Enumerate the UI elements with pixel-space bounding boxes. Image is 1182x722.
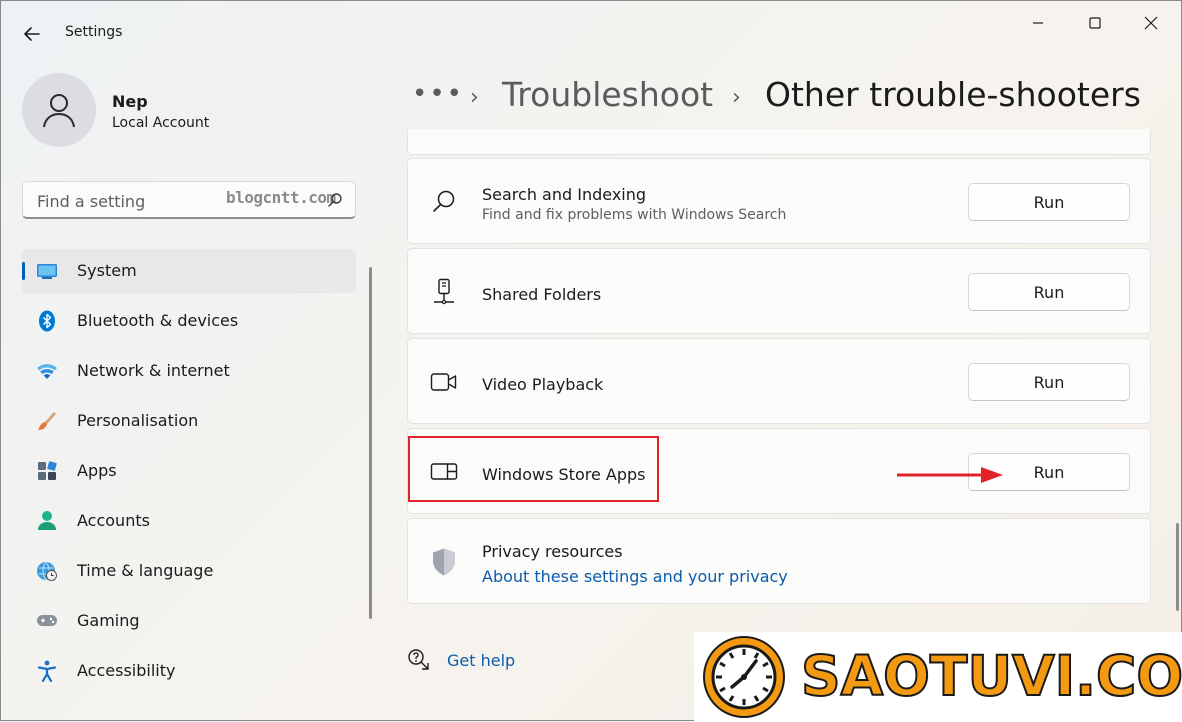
active-indicator bbox=[22, 262, 25, 280]
breadcrumb-overflow-button[interactable]: ••• bbox=[412, 79, 464, 109]
find-setting-box[interactable]: blogcntt.com bbox=[22, 181, 356, 219]
troubleshooter-title: Shared Folders bbox=[482, 285, 602, 304]
accessibility-icon bbox=[36, 660, 58, 682]
troubleshooter-title: Video Playback bbox=[482, 375, 604, 394]
sidebar-item-label: Apps bbox=[77, 461, 117, 480]
wifi-icon bbox=[36, 360, 58, 382]
minimize-icon bbox=[1033, 22, 1043, 24]
troubleshooter-search-indexing: Search and Indexing Find and fix problem… bbox=[407, 158, 1151, 244]
troubleshooter-video-playback: Video Playback Run bbox=[407, 338, 1151, 424]
accounts-icon bbox=[36, 510, 58, 532]
breadcrumb-separator: › bbox=[470, 85, 479, 110]
sidebar-item-label: Accessibility bbox=[77, 661, 176, 680]
troubleshooter-shared-folders: Shared Folders Run bbox=[407, 248, 1151, 334]
run-button-video-playback[interactable]: Run bbox=[968, 363, 1130, 401]
gamepad-icon bbox=[36, 610, 58, 632]
search-icon[interactable] bbox=[327, 192, 343, 208]
sidebar-item-gaming[interactable]: Gaming bbox=[22, 599, 356, 643]
user-icon bbox=[43, 94, 75, 128]
avatar[interactable] bbox=[22, 73, 96, 147]
sidebar-item-personalisation[interactable]: Personalisation bbox=[22, 399, 356, 443]
get-help-label: Get help bbox=[447, 650, 516, 670]
sidebar-item-label: Gaming bbox=[77, 611, 140, 630]
sidebar-item-label: Network & internet bbox=[77, 361, 230, 380]
sidebar-scrollbar[interactable] bbox=[369, 267, 372, 619]
video-camera-icon bbox=[430, 368, 458, 396]
system-icon bbox=[36, 260, 58, 282]
logo-text: SAOTUVI.COM bbox=[800, 643, 1182, 709]
sidebar-item-label: Time & language bbox=[77, 561, 214, 580]
maximize-button[interactable] bbox=[1069, 9, 1121, 37]
sidebar-item-time-language[interactable]: Time & language bbox=[22, 549, 356, 593]
clock-logo-icon bbox=[703, 636, 785, 718]
troubleshooter-title: Search and Indexing bbox=[482, 185, 647, 204]
sidebar-item-label: Accounts bbox=[77, 511, 150, 530]
search-icon bbox=[430, 188, 458, 216]
help-chat-icon bbox=[408, 649, 429, 670]
sidebar-item-label: Personalisation bbox=[77, 411, 199, 430]
troubleshooter-subtitle: Find and fix problems with Windows Searc… bbox=[482, 207, 787, 223]
sidebar-item-accessibility[interactable]: Accessibility bbox=[22, 649, 356, 693]
sidebar-item-label: System bbox=[77, 261, 137, 280]
maximize-icon bbox=[1089, 17, 1101, 29]
sidebar-item-apps[interactable]: Apps bbox=[22, 449, 356, 493]
bluetooth-icon bbox=[36, 310, 58, 332]
watermark-text: blogcntt.com bbox=[226, 188, 336, 207]
page-title: Other trouble-shooters bbox=[765, 75, 1141, 114]
breadcrumb-troubleshoot[interactable]: Troubleshoot bbox=[502, 75, 713, 114]
run-button-shared-folders[interactable]: Run bbox=[968, 273, 1130, 311]
shield-icon bbox=[430, 548, 458, 576]
highlight-box bbox=[408, 436, 659, 502]
sidebar-item-system[interactable]: System bbox=[22, 249, 356, 293]
close-button[interactable] bbox=[1125, 9, 1177, 37]
get-help-link[interactable]: Get help bbox=[407, 648, 515, 672]
sidebar-item-bluetooth[interactable]: Bluetooth & devices bbox=[22, 299, 356, 343]
brush-icon bbox=[36, 410, 58, 432]
minimize-button[interactable] bbox=[1012, 9, 1064, 37]
sidebar-item-accounts[interactable]: Accounts bbox=[22, 499, 356, 543]
settings-window: Settings Nep Local Account blogcntt.com … bbox=[0, 0, 1182, 722]
partial-card bbox=[407, 129, 1151, 155]
back-arrow-icon[interactable] bbox=[21, 23, 43, 45]
sidebar-item-label: Bluetooth & devices bbox=[77, 311, 239, 330]
content-scrollbar[interactable] bbox=[1176, 523, 1179, 611]
privacy-resources-card: Privacy resources About these settings a… bbox=[407, 518, 1151, 604]
close-icon bbox=[1144, 16, 1158, 30]
account-name: Nep bbox=[112, 92, 148, 111]
globe-clock-icon bbox=[36, 560, 58, 582]
privacy-title: Privacy resources bbox=[482, 542, 623, 561]
account-type: Local Account bbox=[112, 115, 210, 131]
red-arrow-icon bbox=[897, 467, 1003, 483]
shared-folders-icon bbox=[430, 278, 458, 306]
app-title: Settings bbox=[65, 24, 123, 40]
apps-icon bbox=[36, 460, 58, 482]
search-input[interactable] bbox=[35, 189, 229, 213]
sidebar-item-network[interactable]: Network & internet bbox=[22, 349, 356, 393]
run-button-search-indexing[interactable]: Run bbox=[968, 183, 1130, 221]
privacy-link[interactable]: About these settings and your privacy bbox=[482, 567, 788, 586]
breadcrumb-separator: › bbox=[732, 85, 741, 110]
